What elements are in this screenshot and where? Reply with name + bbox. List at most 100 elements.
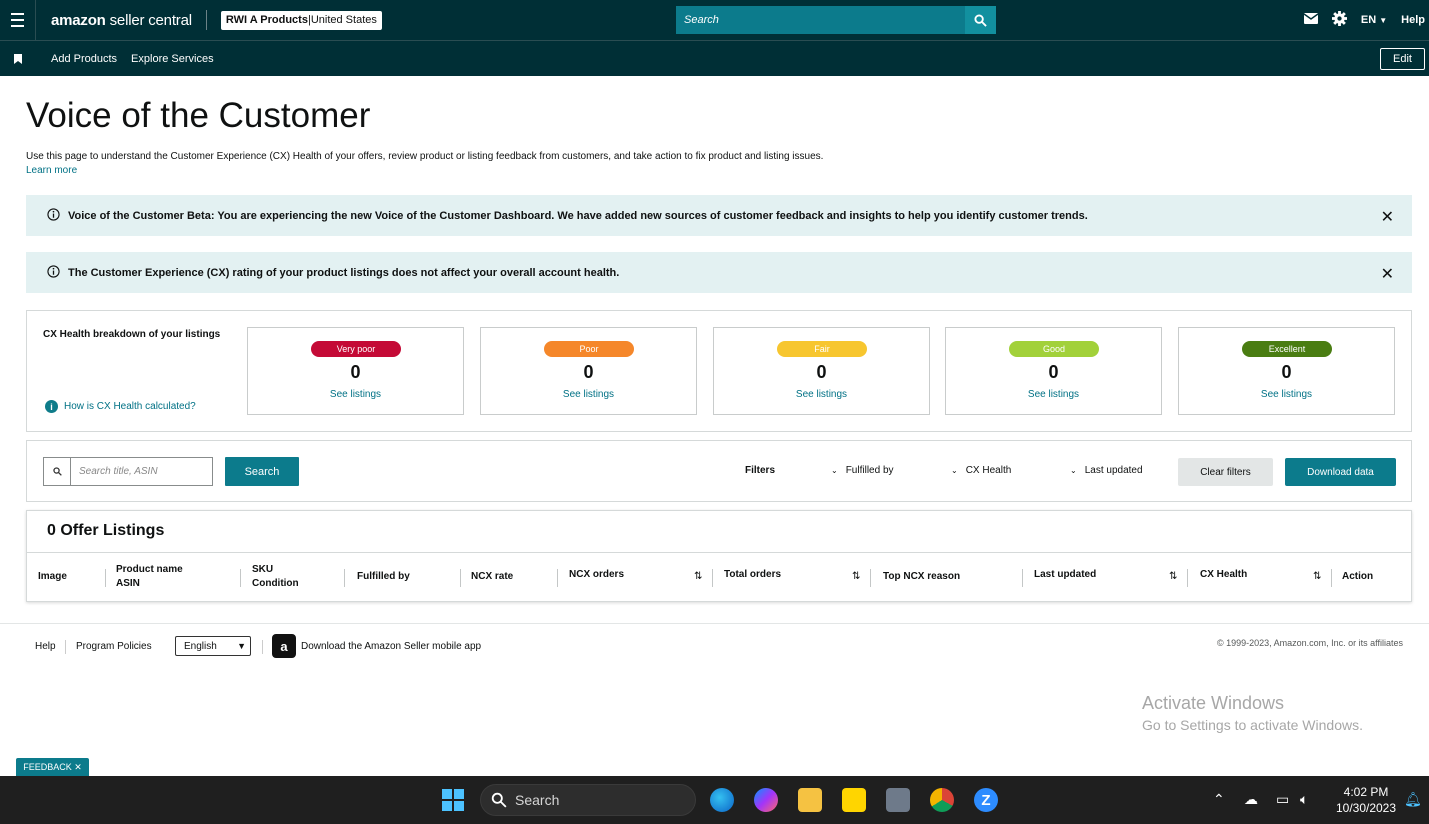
page-description: Use this page to understand the Customer… xyxy=(26,151,824,162)
learn-more-link[interactable]: Learn more xyxy=(26,165,77,176)
top-right-controls: EN ▼ Help xyxy=(1303,0,1429,40)
cx-card-excellent: Excellent 0 See listings xyxy=(1178,327,1395,415)
page-title: Voice of the Customer xyxy=(26,96,371,135)
search-icon xyxy=(491,792,507,811)
status-badge: Excellent xyxy=(1242,341,1332,357)
cx-rating-alert-text: The Customer Experience (CX) rating of y… xyxy=(68,266,620,279)
divider xyxy=(205,10,207,30)
windows-taskbar: Search Z ⌃ ☁ ▭ 🔈︎ 4:02 PM 10/30/2023 🔔︎ xyxy=(0,776,1429,824)
col-sku[interactable]: SKU Condition xyxy=(252,553,299,601)
table-header: Image Product name ASIN SKU Condition Fulf… xyxy=(27,552,1411,600)
chevron-down-icon: ⌄ xyxy=(831,466,838,475)
cx-health-panel: CX Health breakdown of your listings i H… xyxy=(26,310,1412,432)
calculator-icon[interactable] xyxy=(886,788,910,812)
listing-count: 0 xyxy=(1281,362,1292,382)
language-select[interactable]: English ▼ xyxy=(175,636,251,656)
chevron-up-icon[interactable]: ⌃ xyxy=(1213,791,1225,808)
page-footer: Help Program Policies English ▼ a Downloa… xyxy=(0,623,1429,669)
status-badge: Fair xyxy=(777,341,867,357)
zoom-icon[interactable]: Z xyxy=(974,788,998,812)
clear-filters-button[interactable]: Clear filters xyxy=(1178,458,1273,486)
global-search-input[interactable]: Search xyxy=(676,14,965,26)
file-explorer-icon[interactable] xyxy=(798,788,822,812)
listing-count: 0 xyxy=(816,362,827,382)
beta-alert-text: Voice of the Customer Beta: You are expe… xyxy=(68,209,1088,222)
language-selector[interactable]: EN ▼ xyxy=(1361,14,1387,26)
copyright-text: © 1999-2023, Amazon.com, Inc. or its aff… xyxy=(1216,638,1403,648)
offer-listings-table: 0 Offer Listings Image Product name ASIN … xyxy=(26,510,1412,602)
amazon-app-icon[interactable]: a xyxy=(272,634,296,658)
nav-explore-services[interactable]: Explore Services xyxy=(131,53,214,65)
activate-windows-watermark: Activate Windows Go to Settings to activ… xyxy=(1142,693,1363,733)
fulfilled-by-dropdown[interactable]: ⌄ Fulfilled by xyxy=(831,465,894,476)
cx-health-dropdown[interactable]: ⌄ CX Health xyxy=(951,465,1011,476)
close-icon[interactable]: ✕ xyxy=(1381,207,1394,227)
edit-nav-button[interactable]: Edit xyxy=(1380,48,1425,70)
listing-count: 0 xyxy=(1048,362,1059,382)
col-image: Image xyxy=(38,571,67,582)
search-button[interactable] xyxy=(965,6,996,34)
edge-icon[interactable] xyxy=(710,788,734,812)
chevron-down-icon: ⌄ xyxy=(951,466,958,475)
seller-central-logo[interactable]: amazon seller central xyxy=(51,12,192,29)
program-policies-link[interactable]: Program Policies xyxy=(76,641,152,652)
download-app-link[interactable]: Download the Amazon Seller mobile app xyxy=(301,641,481,652)
onedrive-icon[interactable]: ☁ xyxy=(1244,791,1258,808)
settings-gear-icon[interactable] xyxy=(1331,11,1347,29)
col-cx-health[interactable]: CX Health xyxy=(1200,551,1247,599)
col-ncx-orders[interactable]: NCX orders xyxy=(569,551,624,599)
notification-bell-icon[interactable]: 🔔︎ xyxy=(1404,791,1422,808)
network-icon[interactable]: ▭ xyxy=(1276,791,1289,808)
see-listings-link[interactable]: See listings xyxy=(1179,389,1394,400)
nav-add-products[interactable]: Add Products xyxy=(51,53,117,65)
cx-rating-alert: The Customer Experience (CX) rating of y… xyxy=(26,252,1412,293)
col-ncx-rate[interactable]: NCX rate xyxy=(471,553,513,601)
global-search[interactable]: Search xyxy=(676,6,996,34)
col-product-name[interactable]: Product name ASIN xyxy=(116,553,183,601)
col-last-updated[interactable]: Last updated xyxy=(1034,551,1096,599)
see-listings-link[interactable]: See listings xyxy=(481,389,696,400)
beta-alert: Voice of the Customer Beta: You are expe… xyxy=(26,195,1412,236)
see-listings-link[interactable]: See listings xyxy=(248,389,463,400)
chevron-down-icon: ⌄ xyxy=(1070,466,1077,475)
col-total-orders[interactable]: Total orders xyxy=(724,551,781,599)
listing-count: 0 xyxy=(350,362,361,382)
how-cx-calculated-link[interactable]: i How is CX Health calculated? xyxy=(45,400,196,413)
volume-icon[interactable]: 🔈︎ xyxy=(1300,791,1308,808)
col-fulfilled-by[interactable]: Fulfilled by xyxy=(357,553,410,601)
chevron-down-icon: ▼ xyxy=(237,641,246,651)
status-badge: Poor xyxy=(544,341,634,357)
sort-icon[interactable]: ⇅ xyxy=(1313,553,1321,601)
cx-health-title: CX Health breakdown of your listings xyxy=(43,329,221,340)
sort-icon[interactable]: ⇅ xyxy=(694,553,702,601)
footer-help-link[interactable]: Help xyxy=(35,641,56,652)
secondary-navigation-bar: Add Products Explore Services Edit xyxy=(0,40,1429,76)
info-icon: i xyxy=(45,400,58,413)
close-icon[interactable]: ✕ xyxy=(1381,264,1394,284)
listing-search-input[interactable]: Search title, ASIN xyxy=(43,457,213,486)
status-badge: Very poor xyxy=(311,341,401,357)
windows-start-icon[interactable] xyxy=(442,789,464,811)
see-listings-link[interactable]: See listings xyxy=(946,389,1161,400)
download-data-button[interactable]: Download data xyxy=(1285,458,1396,486)
see-listings-link[interactable]: See listings xyxy=(714,389,929,400)
system-clock[interactable]: 4:02 PM 10/30/2023 xyxy=(1330,784,1402,816)
sticky-notes-icon[interactable] xyxy=(842,788,866,812)
bookmark-icon[interactable] xyxy=(0,53,36,64)
sort-icon[interactable]: ⇅ xyxy=(1169,553,1177,601)
hamburger-menu-button[interactable] xyxy=(0,0,36,40)
filter-bar: Search title, ASIN Search Filters ⌄ Fulfi… xyxy=(26,440,1412,502)
listing-count: 0 xyxy=(583,362,594,382)
feedback-button[interactable]: FEEDBACK ✕ xyxy=(16,758,89,776)
help-link[interactable]: Help xyxy=(1401,14,1425,26)
messenger-icon[interactable] xyxy=(754,788,778,812)
search-button[interactable]: Search xyxy=(225,457,299,486)
taskbar-search[interactable]: Search xyxy=(480,784,696,816)
search-icon xyxy=(974,13,987,27)
account-switcher[interactable]: RWI A Products | United States xyxy=(220,10,382,30)
col-top-ncx-reason[interactable]: Top NCX reason xyxy=(883,553,960,601)
chrome-icon[interactable] xyxy=(930,788,954,812)
last-updated-dropdown[interactable]: ⌄ Last updated xyxy=(1070,465,1143,476)
sort-icon[interactable]: ⇅ xyxy=(852,553,860,601)
mail-icon[interactable] xyxy=(1303,13,1319,27)
